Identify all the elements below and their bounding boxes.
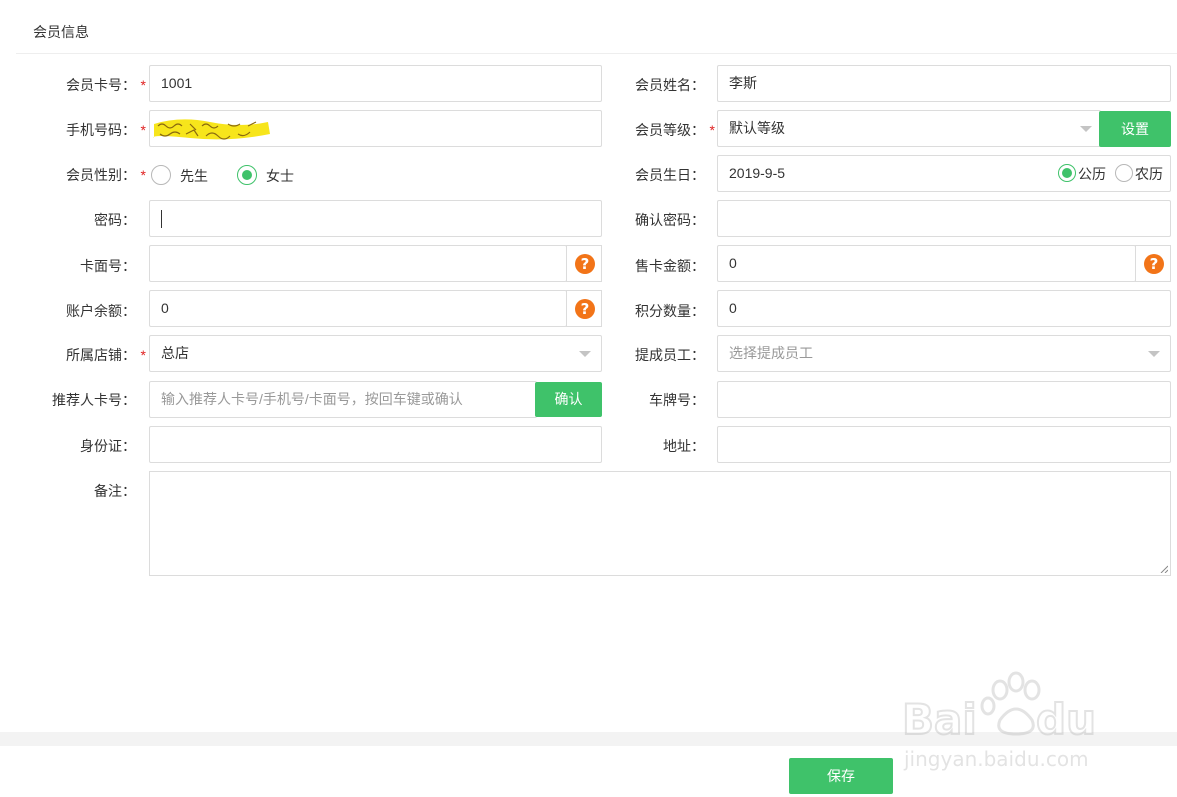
store-value: 总店 [161, 345, 189, 361]
calendar-solar-radio[interactable] [1058, 164, 1076, 182]
name-label: 会员姓名： [635, 77, 705, 93]
balance-label: 账户余额： [66, 303, 136, 319]
chevron-down-icon [1080, 126, 1092, 132]
chevron-down-icon [1148, 351, 1160, 357]
card-no-input[interactable]: 1001 [149, 65, 602, 102]
gender-label: 会员性别： * [66, 167, 146, 183]
gender-male-radio[interactable] [151, 165, 171, 185]
gender-male-label: 先生 [180, 168, 208, 184]
plate-input[interactable] [717, 381, 1171, 418]
points-label: 积分数量： [635, 303, 705, 319]
resize-grip-icon[interactable] [1160, 565, 1168, 573]
card-no-label: 会员卡号： * [66, 77, 146, 93]
store-label: 所属店铺： * [66, 347, 146, 363]
save-button[interactable]: 保存 [789, 758, 893, 794]
section-title: 会员信息 [33, 24, 89, 40]
staff-label: 提成员工： [635, 347, 705, 363]
level-select[interactable]: 默认等级 [717, 110, 1101, 147]
address-label: 地址： [663, 438, 705, 454]
password-input[interactable] [149, 200, 602, 237]
birthday-value: 2019-9-5 [729, 165, 786, 181]
sale-amount-input[interactable]: 0 [717, 245, 1136, 282]
calendar-lunar-label: 农历 [1135, 166, 1163, 182]
staff-select[interactable]: 选择提成员工 [717, 335, 1171, 372]
redacted-scribble [153, 119, 270, 140]
phone-label: 手机号码： * [66, 122, 146, 138]
gender-female-radio[interactable] [237, 165, 257, 185]
calendar-lunar-radio[interactable] [1115, 164, 1133, 182]
calendar-solar-label: 公历 [1078, 166, 1106, 182]
plate-label: 车牌号： [649, 392, 705, 408]
store-select[interactable]: 总店 [149, 335, 602, 372]
referrer-label: 推荐人卡号： [52, 392, 136, 408]
level-settings-button[interactable]: 设置 [1099, 111, 1171, 147]
sale-amount-label: 售卡金额： [635, 258, 705, 274]
confirm-password-input[interactable] [717, 200, 1171, 237]
birthday-label: 会员生日： [635, 167, 705, 183]
name-input[interactable]: 李斯 [717, 65, 1171, 102]
text-cursor [161, 210, 162, 228]
id-card-label: 身份证： [80, 438, 136, 454]
sale-amount-help[interactable]: ? [1135, 245, 1171, 282]
note-label: 备注： [94, 483, 136, 499]
address-input[interactable] [717, 426, 1171, 463]
card-face-no-label: 卡面号： [80, 258, 136, 274]
phone-input[interactable] [149, 110, 602, 147]
help-icon: ? [1144, 254, 1164, 274]
id-card-input[interactable] [149, 426, 602, 463]
staff-placeholder: 选择提成员工 [729, 345, 813, 361]
points-input[interactable]: 0 [717, 290, 1171, 327]
confirm-password-label: 确认密码： [635, 212, 705, 228]
password-label: 密码： [94, 212, 136, 228]
footer-bar [0, 732, 1177, 797]
section-header: 会员信息 [16, 0, 1177, 54]
note-textarea[interactable] [149, 471, 1171, 576]
card-face-no-input[interactable] [149, 245, 567, 282]
level-label: 会员等级： * [635, 122, 715, 138]
referrer-input[interactable]: 输入推荐人卡号/手机号/卡面号，按回车键或确认 [149, 381, 537, 418]
balance-input[interactable]: 0 [149, 290, 567, 327]
gender-female-label: 女士 [266, 168, 294, 184]
level-value: 默认等级 [729, 120, 785, 136]
